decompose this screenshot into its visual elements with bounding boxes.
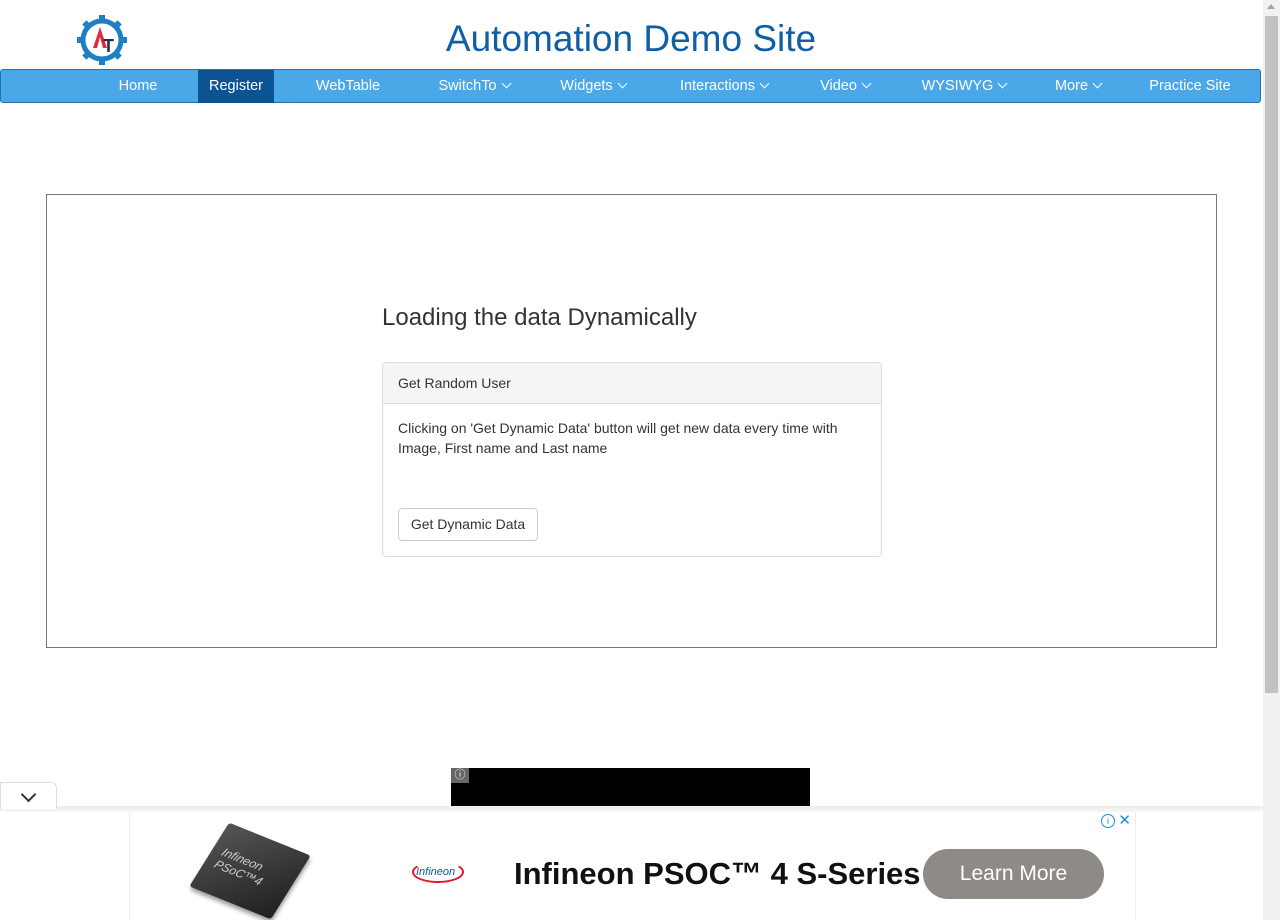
scroll-up-icon[interactable]: [1267, 4, 1275, 9]
section-title: Loading the data Dynamically: [382, 304, 697, 331]
nav-interactions-label: Interactions: [680, 78, 755, 94]
nav-register-label: Register: [209, 78, 263, 94]
nav-register[interactable]: Register: [198, 70, 274, 103]
chevron-down-icon: [997, 78, 1008, 89]
learn-more-button[interactable]: Learn More: [923, 849, 1104, 899]
brand-name: Infineon: [416, 866, 456, 878]
ad-headline: Infineon PSOC™ 4 S-Series: [514, 856, 921, 891]
scroll-thumb[interactable]: [1265, 16, 1278, 693]
nav-wysiwyg[interactable]: WYSIWYG: [901, 70, 1027, 103]
nav-wysiwyg-label: WYSIWYG: [921, 78, 994, 94]
chevron-down-icon: [1092, 78, 1103, 89]
nav-video-label: Video: [820, 78, 857, 94]
nav-widgets-label: Widgets: [560, 78, 613, 94]
site-title: Automation Demo Site: [445, 18, 817, 59]
panel-heading: Get Random User: [383, 363, 881, 404]
chevron-down-icon: [501, 78, 511, 89]
nav-home-label: Home: [118, 78, 158, 94]
nav-webtable-label: WebTable: [315, 78, 381, 94]
panel-description: Clicking on 'Get Dynamic Data' button wi…: [398, 420, 838, 456]
chevron-down-icon: [617, 78, 628, 89]
bottom-ad-banner[interactable]: Infineon PSoC™4 Infineon Infineon PSOC™ …: [129, 812, 1136, 920]
chip-image: Infineon PSoC™4: [189, 822, 311, 920]
chevron-down-icon: [20, 786, 37, 803]
nav-widgets[interactable]: Widgets: [541, 70, 645, 103]
nav-more-label: More: [1054, 78, 1089, 94]
nav-interactions[interactable]: Interactions: [659, 70, 789, 103]
nav-practice-site[interactable]: Practice Site: [1135, 70, 1245, 103]
chevron-down-icon: [861, 78, 872, 89]
main-nav: Home Register WebTable SwitchTo Widgets …: [0, 69, 1261, 103]
nav-webtable[interactable]: WebTable: [301, 70, 395, 103]
collapse-ad-button[interactable]: [0, 782, 57, 809]
close-icon[interactable]: ✕: [1118, 811, 1131, 829]
random-user-panel: Get Random User Clicking on 'Get Dynamic…: [382, 362, 882, 557]
page-scrollbar[interactable]: [1263, 0, 1280, 920]
nav-switchto[interactable]: SwitchTo: [419, 70, 529, 103]
ad-info-icon[interactable]: i: [1101, 814, 1115, 828]
nav-more[interactable]: More: [1037, 70, 1119, 103]
nav-video[interactable]: Video: [799, 70, 891, 103]
chevron-down-icon: [759, 78, 770, 89]
nav-home[interactable]: Home: [101, 70, 175, 103]
info-icon[interactable]: ⓘ: [451, 768, 469, 783]
nav-switchto-label: SwitchTo: [438, 78, 497, 94]
video-ad[interactable]: ⓘ: [451, 768, 810, 806]
chip-label: Infineon PSoC™4: [211, 845, 267, 889]
get-dynamic-data-button[interactable]: Get Dynamic Data: [398, 508, 538, 541]
nav-practice-site-label: Practice Site: [1149, 78, 1231, 94]
